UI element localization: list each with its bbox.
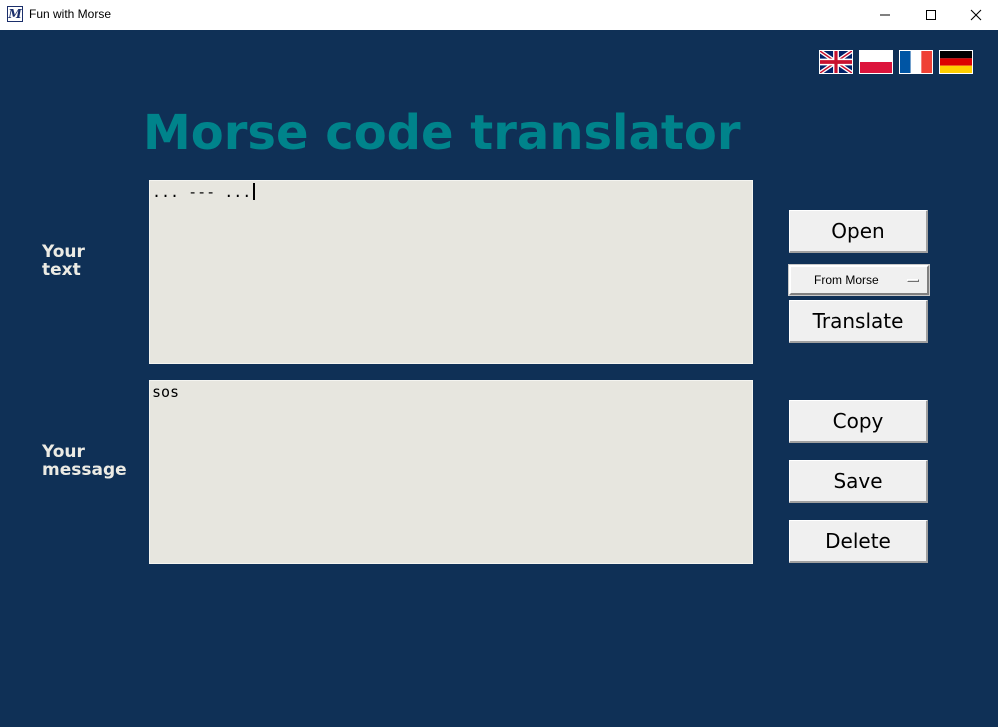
your-message-label-line2: message xyxy=(42,460,127,480)
morse-m-icon: M xyxy=(7,6,23,22)
flag-uk-icon[interactable] xyxy=(819,50,853,74)
output-message-area[interactable]: sos xyxy=(149,380,753,564)
flag-germany-icon[interactable] xyxy=(939,50,973,74)
direction-select[interactable]: From Morse xyxy=(788,264,930,296)
open-button[interactable]: Open xyxy=(789,210,928,253)
your-message-label: Your message xyxy=(42,443,142,479)
flag-poland-icon[interactable] xyxy=(859,50,893,74)
dropdown-indicator-icon xyxy=(907,279,919,282)
input-text-area[interactable]: ... --- ... xyxy=(149,180,753,364)
your-message-label-line1: Your xyxy=(42,442,85,462)
minimize-button[interactable] xyxy=(862,0,908,30)
minimize-icon xyxy=(880,14,890,16)
your-text-label-line1: Your xyxy=(42,242,85,262)
translate-button[interactable]: Translate xyxy=(789,300,928,343)
your-text-label-line2: text xyxy=(42,260,81,280)
maximize-button[interactable] xyxy=(908,0,954,30)
app-window: M Fun with Morse Morse code translator Y… xyxy=(0,0,998,727)
close-icon xyxy=(970,9,982,21)
close-button[interactable] xyxy=(953,0,998,30)
window-title: Fun with Morse xyxy=(29,7,112,21)
copy-button[interactable]: Copy xyxy=(789,400,928,443)
direction-select-value: From Morse xyxy=(814,273,879,287)
page-title: Morse code translator xyxy=(143,105,741,161)
text-caret xyxy=(253,183,256,200)
output-message-value: sos xyxy=(152,383,180,401)
input-text-value: ... --- ... xyxy=(152,183,252,201)
delete-button[interactable]: Delete xyxy=(789,520,928,563)
maximize-icon xyxy=(926,10,936,20)
your-text-label: Your text xyxy=(42,243,142,279)
save-button[interactable]: Save xyxy=(789,460,928,503)
flag-france-icon[interactable] xyxy=(899,50,933,74)
title-bar[interactable]: M Fun with Morse xyxy=(0,0,998,30)
